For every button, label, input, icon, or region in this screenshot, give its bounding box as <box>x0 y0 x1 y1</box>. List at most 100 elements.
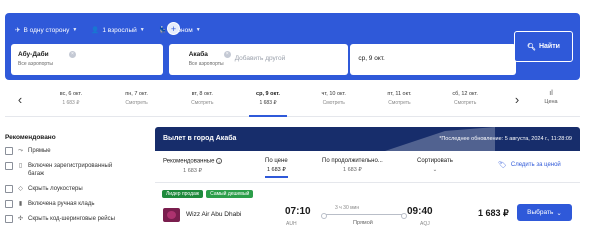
route-line <box>321 212 407 219</box>
follow-price-button[interactable]: 🏷︎ Следить за ценой <box>498 161 561 169</box>
sort-label: Рекомендованные <box>163 158 215 165</box>
date-tab-price: Смотреть <box>388 100 411 106</box>
flight-badges: Лидер продаж Самый дешевый <box>162 190 254 198</box>
choose-button-label: Выбрать <box>527 209 554 216</box>
clear-destination-icon[interactable]: × <box>223 51 231 58</box>
date-strip: ‹ вс, 6 окт. 1 683 ₽ пн, 7 окт. Смотреть… <box>5 85 580 117</box>
filter-carry-on[interactable]: ▮ Включена ручная кладь <box>5 200 150 208</box>
badge-bestseller: Лидер продаж <box>162 190 204 198</box>
origin-field[interactable]: Абу-Даби Все аэропорты × <box>11 44 163 75</box>
chevron-right-icon[interactable]: › <box>508 90 526 110</box>
find-button-label: Найти <box>538 43 560 50</box>
date-tab-date: вс, 6 окт. <box>59 91 82 97</box>
sort-by-duration[interactable]: По продолжительно... 1 683 ₽ <box>322 158 383 173</box>
date-tab-price: Смотреть <box>454 100 477 106</box>
direct-route-icon: ⤳ <box>18 148 23 154</box>
seat-icon: 💺 <box>158 27 167 34</box>
destination-city: Акаба <box>188 51 208 58</box>
checkbox[interactable] <box>5 147 13 155</box>
filter-label: Скрыть лоукостеры <box>28 186 83 192</box>
filter-label: Включена ручная кладь <box>28 201 95 207</box>
filter-hide-codeshare[interactable]: ✣ Скрыть код-шеринговые рейсы <box>5 215 150 223</box>
date-tab-date: чт, 10 окт. <box>321 91 346 97</box>
find-button[interactable]: 🔍︎ Найти <box>514 31 573 62</box>
date-tab-selected[interactable]: ср, 9 окт. 1 683 ₽ <box>235 85 301 117</box>
date-tab[interactable]: пн, 7 окт. Смотреть <box>104 85 170 117</box>
results-title: Вылет в город Акаба <box>163 135 237 142</box>
trip-type-select[interactable]: ✈ В одну сторону ▼ <box>15 26 78 35</box>
sort-row: Рекомендованные i 1 683 ₽ По цене 1 683 … <box>155 151 580 183</box>
badge-cheapest: Самый дешевый <box>206 190 254 198</box>
flight-price: 1 683 ₽ <box>478 208 509 218</box>
checkbox[interactable] <box>5 215 13 223</box>
checkbox[interactable] <box>5 200 13 208</box>
passengers-select[interactable]: 👤 1 взрослый ▼ <box>91 26 145 35</box>
info-icon[interactable]: i <box>216 158 223 164</box>
date-tab[interactable]: сб, 12 окт. Смотреть <box>432 85 498 117</box>
date-tabs: вс, 6 окт. 1 683 ₽ пн, 7 окт. Смотреть в… <box>38 85 498 117</box>
date-tab-price: Смотреть <box>191 100 214 106</box>
chevron-down-icon: ▼ <box>195 27 201 33</box>
date-tab[interactable]: вт, 8 окт. Смотреть <box>169 85 235 117</box>
sort-dropdown[interactable]: Сортировать ⌄ <box>417 158 453 173</box>
price-calendar-label: Цена <box>544 99 558 105</box>
add-other-destination[interactable]: Добавить другой <box>235 55 286 62</box>
flight-search-page: ✈ В одну сторону ▼ 👤 1 взрослый ▼ 💺 Экон… <box>0 0 590 252</box>
date-tab[interactable]: вс, 6 окт. 1 683 ₽ <box>38 85 104 117</box>
filter-checked-baggage[interactable]: ▯ Включен зарегистрированный багаж <box>5 162 150 178</box>
baggage-icon: ▯ <box>18 163 23 169</box>
passengers-label: 1 взрослый <box>102 26 137 34</box>
filter-hide-lowcost[interactable]: ◇ Скрыть лоукостеры <box>5 185 150 193</box>
departure-airport: AUH <box>286 221 297 227</box>
flight-duration: 3 ч 30 мин <box>335 205 360 211</box>
chevron-down-icon: ▼ <box>139 27 145 33</box>
airline-logo <box>163 208 180 222</box>
filter-label: Включен зарегистрированный багаж <box>28 163 113 177</box>
date-tab[interactable]: чт, 10 окт. Смотреть <box>301 85 367 117</box>
results-header: Вылет в город Акаба *Последнее обновлени… <box>155 127 580 151</box>
date-tab-price: 1 683 ₽ <box>259 100 277 106</box>
price-calendar-button[interactable]: ıl Цена <box>533 90 569 105</box>
sort-label: По продолжительно... <box>322 158 383 164</box>
sort-value: 1 683 ₽ <box>265 167 288 178</box>
trip-type-label: В одну сторону <box>23 26 70 34</box>
chevron-down-icon: ⌄ <box>432 167 438 173</box>
last-updated: *Последнее обновление: 5 августа, 2024 г… <box>439 136 572 142</box>
bar-chart-icon: ıl <box>549 90 553 97</box>
date-tab-date: вт, 8 окт. <box>191 91 213 97</box>
sort-label: Сортировать <box>417 158 453 164</box>
checkbox[interactable] <box>5 185 13 193</box>
departure-time: 07:10 <box>285 206 311 217</box>
date-tab[interactable]: пт, 11 окт. Смотреть <box>367 85 433 117</box>
choose-button[interactable]: Выбрать ⌄ <box>517 204 572 221</box>
sort-value: 1 683 ₽ <box>183 167 202 174</box>
plane-icon: ✈ <box>15 27 21 34</box>
stops-label: Прямой <box>353 220 373 226</box>
filters-panel: Рекомендовано ⤳ Прямые ▯ Включен зарегис… <box>5 128 150 230</box>
destination-field[interactable]: Акаба Все аэропорты × Добавить другой <box>168 44 349 75</box>
date-tab-date: пт, 11 окт. <box>387 91 412 97</box>
sort-recommended[interactable]: Рекомендованные i 1 683 ₽ <box>163 158 223 174</box>
date-tab-date: сб, 12 окт. <box>452 91 478 97</box>
swap-icon[interactable]: + <box>167 22 180 35</box>
arrival-time: 09:40 <box>407 206 433 217</box>
search-fields: Абу-Даби Все аэропорты × Акаба Все аэроп… <box>11 44 516 75</box>
filter-label: Скрыть код-шеринговые рейсы <box>28 216 115 222</box>
checkbox[interactable] <box>5 162 13 170</box>
chevron-down-icon: ⌄ <box>556 209 562 217</box>
date-tab-price: Смотреть <box>322 100 345 106</box>
chevron-left-icon[interactable]: ‹ <box>11 90 29 110</box>
date-tab-price: Смотреть <box>125 100 148 106</box>
codeshare-icon: ✣ <box>17 216 24 222</box>
flight-card[interactable]: Лидер продаж Самый дешевый Wizz Air Abu … <box>155 184 580 252</box>
date-tab-price: 1 683 ₽ <box>62 100 80 106</box>
sort-value: 1 683 ₽ <box>342 167 362 173</box>
filter-label: Прямые <box>28 148 51 154</box>
clear-origin-icon[interactable]: × <box>69 51 76 58</box>
sort-by-price[interactable]: По цене 1 683 ₽ <box>265 158 288 178</box>
results-panel: Вылет в город Акаба *Последнее обновлени… <box>155 127 580 252</box>
filter-direct[interactable]: ⤳ Прямые <box>5 147 150 155</box>
filters-title: Рекомендовано <box>5 134 56 141</box>
date-field[interactable]: ср, 9 окт. <box>350 44 516 75</box>
chevron-down-icon: ▼ <box>72 27 78 33</box>
